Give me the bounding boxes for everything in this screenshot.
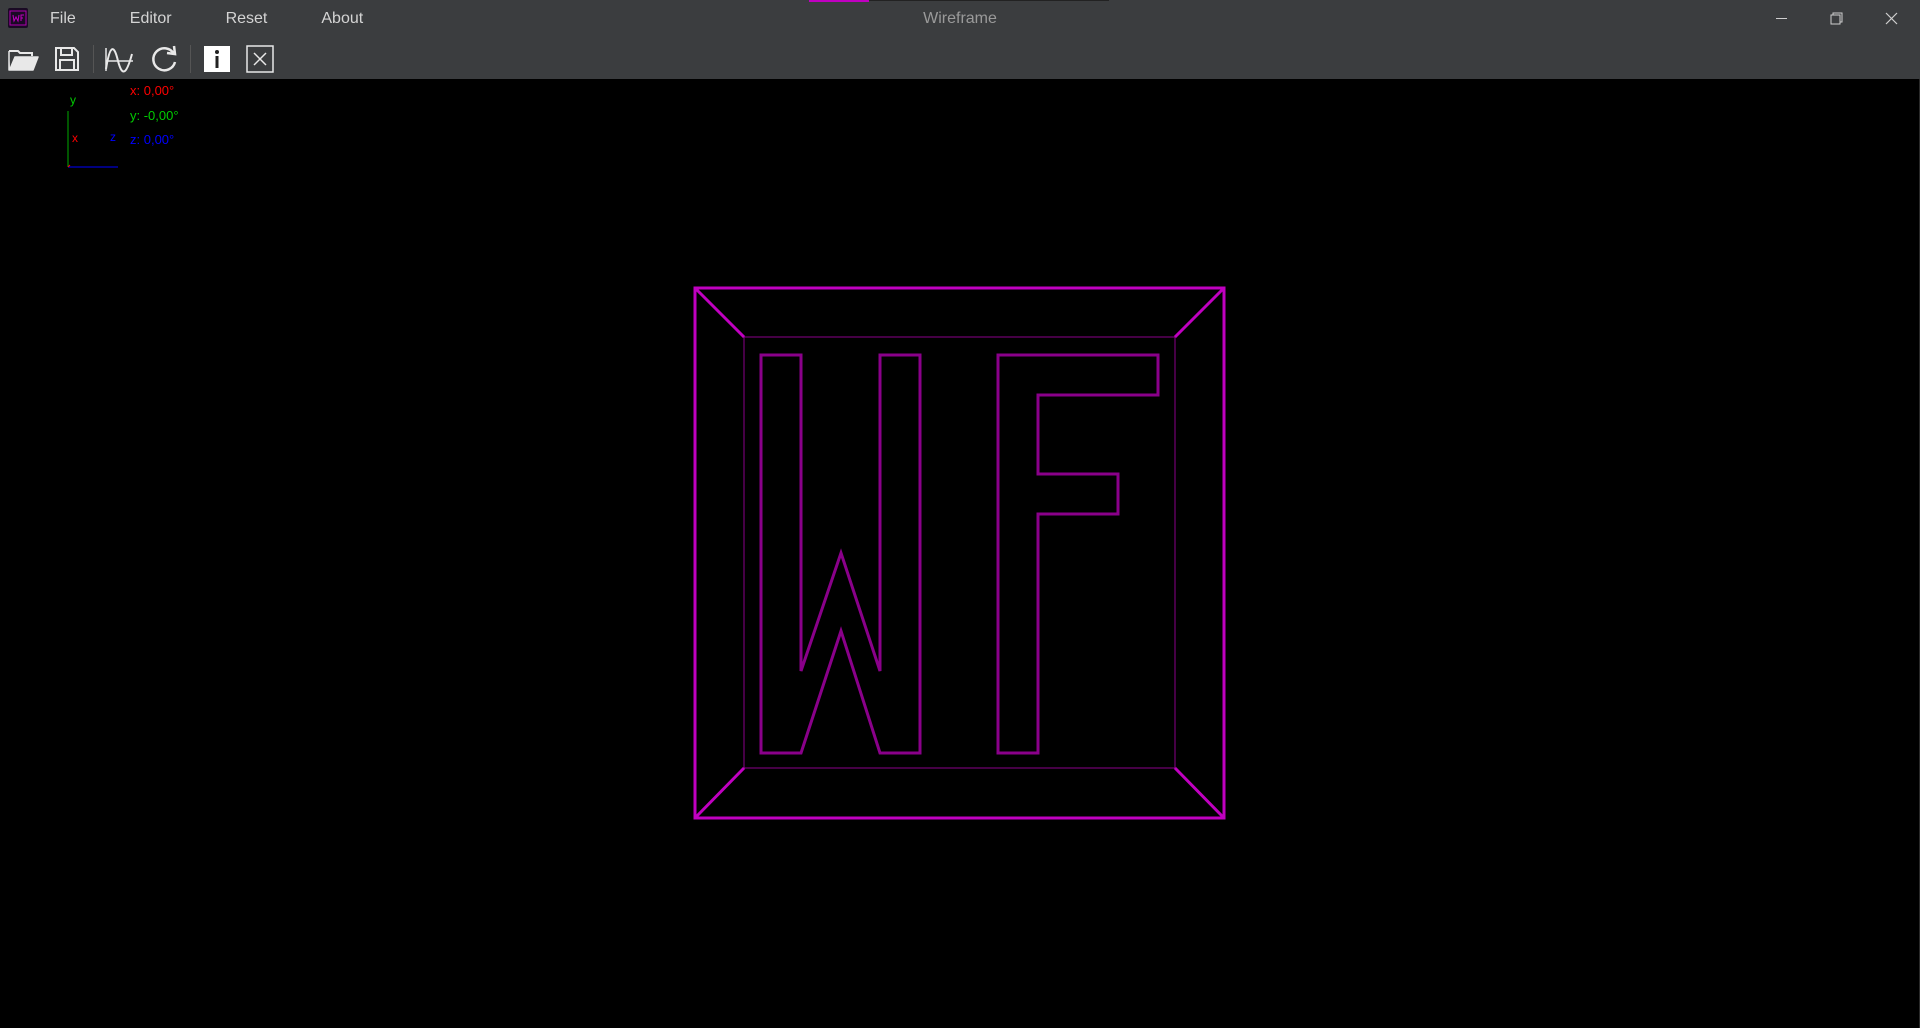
menu-bar: File Editor Reset About	[36, 0, 377, 37]
info-button[interactable]	[200, 42, 234, 76]
info-icon	[204, 46, 230, 72]
menu-reset[interactable]: Reset	[212, 0, 282, 37]
close-window-button[interactable]	[1864, 0, 1919, 37]
refresh-button[interactable]	[147, 42, 181, 76]
wireframe-model	[693, 286, 1226, 820]
render-viewport[interactable]: y x z x: 0,00° y: -0,00° z: 0,00°	[0, 79, 1920, 1028]
save-button[interactable]	[50, 42, 84, 76]
letter-f-outline	[996, 353, 1160, 755]
folder-open-icon	[8, 50, 39, 71]
open-button[interactable]	[6, 42, 40, 76]
toolbar-separator	[93, 45, 94, 73]
save-icon	[55, 47, 79, 71]
app-icon	[8, 8, 28, 28]
title-accent-line	[869, 0, 1109, 1]
wave-button[interactable]	[102, 42, 136, 76]
menu-file[interactable]: File	[36, 0, 90, 37]
minimize-icon	[1776, 18, 1787, 19]
title-bar: File Editor Reset About Wireframe	[0, 0, 1920, 37]
clear-button[interactable]	[243, 42, 277, 76]
wave-icon	[105, 48, 133, 73]
corner-edge	[1173, 286, 1226, 339]
corner-edge	[1173, 766, 1226, 820]
toolbar	[0, 37, 1920, 79]
toolbar-separator	[190, 45, 191, 73]
letter-w-outline	[759, 353, 922, 755]
title-accent-bar	[809, 0, 869, 2]
minimize-button[interactable]	[1754, 0, 1809, 37]
refresh-icon	[152, 45, 177, 72]
inner-frame	[743, 336, 1176, 769]
corner-edge	[693, 286, 746, 339]
outer-frame	[693, 286, 1226, 820]
restore-button[interactable]	[1809, 0, 1864, 37]
close-box-icon	[246, 45, 274, 73]
menu-editor[interactable]: Editor	[116, 0, 186, 37]
corner-edge	[693, 766, 746, 820]
restore-icon	[1830, 12, 1843, 25]
menu-about[interactable]: About	[307, 0, 377, 37]
close-icon	[1885, 12, 1898, 25]
